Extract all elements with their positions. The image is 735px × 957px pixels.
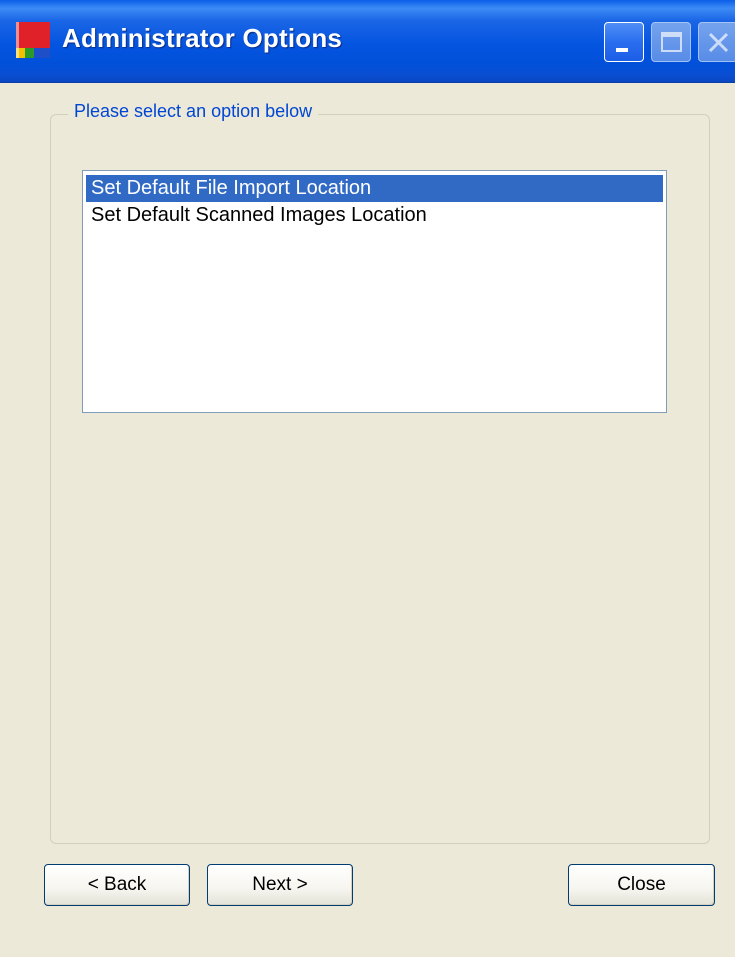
window-title: Administrator Options bbox=[62, 23, 343, 53]
close-icon bbox=[708, 32, 729, 53]
administrator-options-window: Administrator Options Please select an o… bbox=[0, 0, 735, 957]
app-logo-icon bbox=[16, 22, 50, 58]
back-button[interactable]: < Back bbox=[44, 864, 190, 906]
maximize-icon bbox=[661, 32, 682, 52]
groupbox-legend: Please select an option below bbox=[68, 101, 319, 122]
options-listbox[interactable]: Set Default File Import Location Set Def… bbox=[82, 170, 667, 413]
next-button[interactable]: Next > bbox=[207, 864, 353, 906]
list-item-scanned-images-location[interactable]: Set Default Scanned Images Location bbox=[86, 202, 663, 229]
minimize-button[interactable] bbox=[604, 22, 644, 62]
maximize-button[interactable] bbox=[651, 22, 691, 62]
close-button[interactable]: Close bbox=[568, 864, 715, 906]
close-window-button[interactable] bbox=[698, 22, 735, 62]
title-bar[interactable]: Administrator Options bbox=[0, 0, 735, 83]
minimize-icon bbox=[616, 48, 628, 52]
list-item-file-import-location[interactable]: Set Default File Import Location bbox=[86, 175, 663, 202]
